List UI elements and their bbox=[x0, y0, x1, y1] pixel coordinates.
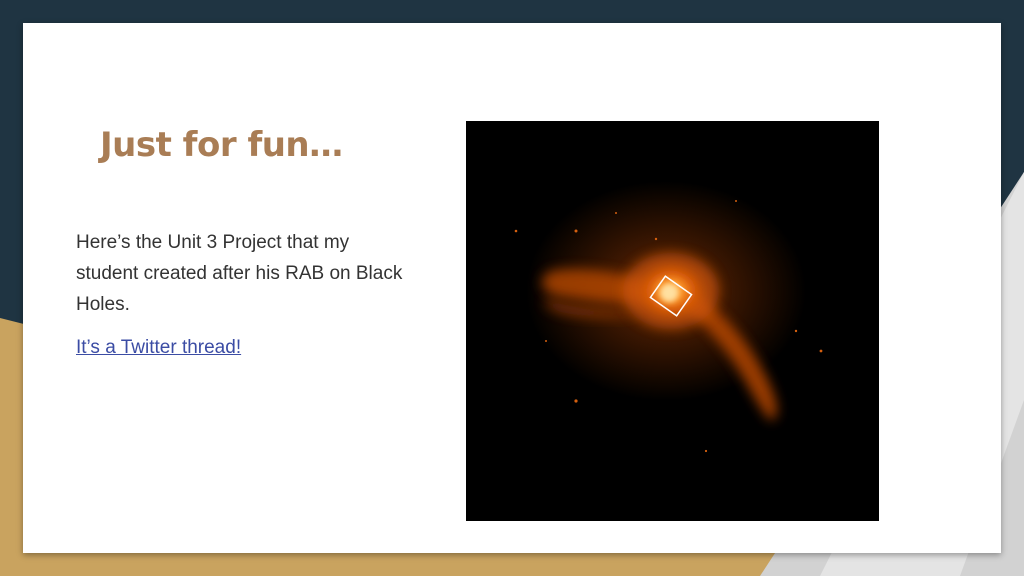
twitter-thread-link[interactable]: It’s a Twitter thread! bbox=[76, 337, 241, 359]
slide-card: Just for fun… Here’s the Unit 3 Project … bbox=[23, 23, 1001, 553]
black-hole-image bbox=[466, 121, 879, 521]
slide-body-text: Here’s the Unit 3 Project that my studen… bbox=[76, 232, 403, 315]
slide-title: Just for fun… bbox=[100, 125, 343, 165]
